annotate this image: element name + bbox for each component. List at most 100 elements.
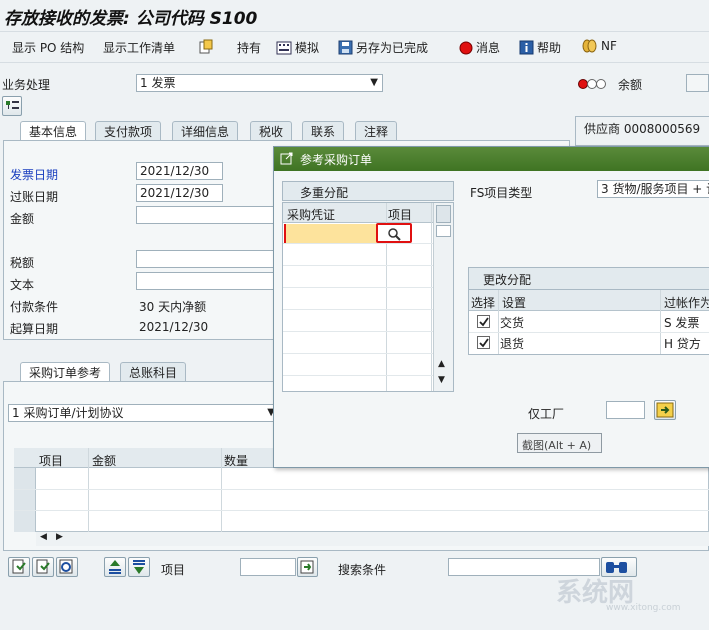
tab-label: 采购订单参考 xyxy=(29,366,102,380)
posting-date-field[interactable]: 2021/12/30 xyxy=(136,184,223,202)
row-divider xyxy=(283,243,433,244)
invoice-date-value: 2021/12/30 xyxy=(140,164,210,178)
posting-date-value: 2021/12/30 xyxy=(140,186,210,200)
col-setting: 设置 xyxy=(502,296,527,310)
col-select: 选择 xyxy=(471,296,496,310)
tab-label: 详细信息 xyxy=(181,125,230,139)
clipboard-button[interactable] xyxy=(198,39,214,55)
row-divider xyxy=(14,510,709,511)
transaction-select[interactable]: 1 发票 ▼ xyxy=(136,74,383,92)
vendor-panel: 供应商 0008000569 xyxy=(575,116,709,146)
application-toolbar: 显示 PO 结构 显示工作清单 持有 模拟 另存为已完成 消息 帮助 NF xyxy=(0,33,709,63)
return-checkbox[interactable] xyxy=(477,336,490,349)
tax-label: 税额 xyxy=(10,256,35,270)
plant-field[interactable] xyxy=(606,401,645,419)
tab-contact[interactable]: 联系 xyxy=(302,121,345,140)
tab-multi-assign[interactable]: 多重分配 xyxy=(282,181,454,201)
sort-desc-button[interactable] xyxy=(128,557,150,577)
row-divider xyxy=(14,489,709,490)
show-po-structure-label: 显示 PO 结构 xyxy=(12,41,85,55)
hold-button[interactable]: 持有 xyxy=(237,39,261,56)
deselect-button[interactable] xyxy=(32,557,54,577)
horizontal-scrollbar[interactable]: ◀ ▶ xyxy=(36,532,709,546)
po-document-input[interactable] xyxy=(284,224,386,243)
tab-label: 支付款项 xyxy=(104,125,153,139)
row-divider xyxy=(283,353,433,354)
tab-label: 多重分配 xyxy=(300,186,349,200)
posting-date-label: 过账日期 xyxy=(10,190,59,204)
scroll-thumb[interactable] xyxy=(436,205,451,223)
text-label: 文本 xyxy=(10,278,35,292)
change-assign-title-bar: 更改分配 xyxy=(469,268,709,290)
scroll-track[interactable] xyxy=(436,225,451,237)
clipboard-icon xyxy=(199,39,213,54)
go-to-item-button[interactable] xyxy=(297,557,318,577)
payment-terms-value: 30 天内净额 xyxy=(139,300,207,314)
fs-item-type-select[interactable]: 3 货物/服务项目 + 计 xyxy=(597,180,709,198)
delivery-setting: 交货 xyxy=(500,316,525,330)
select-all-button[interactable] xyxy=(8,557,30,577)
col-divider xyxy=(88,448,89,532)
col-amount: 金额 xyxy=(92,454,117,468)
tab-gl-account[interactable]: 总账科目 xyxy=(120,362,187,381)
refresh-icon xyxy=(59,559,73,574)
help-button[interactable]: 帮助 xyxy=(519,39,561,56)
col-item: 项目 xyxy=(39,454,64,468)
po-type-select[interactable]: 1 采购订单/计划协议 ▼ xyxy=(8,404,280,422)
row-divider xyxy=(283,287,433,288)
tab-label: 注释 xyxy=(364,125,389,139)
tab-tax[interactable]: 税收 xyxy=(250,121,293,140)
traffic-light-icon xyxy=(578,79,606,89)
delivery-checkbox[interactable] xyxy=(477,315,490,328)
search-criteria-label: 搜索条件 xyxy=(338,563,387,577)
tab-notes[interactable]: 注释 xyxy=(355,121,398,140)
tab-details[interactable]: 详细信息 xyxy=(172,121,239,140)
show-worklist-button[interactable]: 显示工作清单 xyxy=(103,39,175,56)
save-completed-button[interactable]: 另存为已完成 xyxy=(338,39,428,56)
footer-item-field[interactable] xyxy=(240,558,296,576)
vertical-scrollbar[interactable]: ▲ ▼ xyxy=(433,203,453,391)
row-divider xyxy=(469,332,709,333)
balance-label: 余额 xyxy=(618,78,643,92)
messages-button[interactable]: 消息 xyxy=(459,39,500,56)
info-icon xyxy=(519,40,534,55)
window-title-bar: 存放接收的发票: 公司代码 S100 xyxy=(0,0,709,32)
expand-button[interactable] xyxy=(2,96,22,116)
refresh-button[interactable] xyxy=(56,557,78,577)
fs-item-type-value: 3 货物/服务项目 + 计 xyxy=(601,182,709,196)
row-selector-column[interactable] xyxy=(14,468,36,532)
tab-label: 基本信息 xyxy=(29,125,78,139)
tab-basic-info[interactable]: 基本信息 xyxy=(20,121,87,140)
amount-field[interactable] xyxy=(136,206,276,224)
tab-payment[interactable]: 支付款项 xyxy=(95,121,162,140)
sort-asc-button[interactable] xyxy=(104,557,126,577)
tab-po-reference[interactable]: 采购订单参考 xyxy=(20,362,111,381)
arrow-right-icon xyxy=(656,402,674,418)
amount-label: 金额 xyxy=(10,212,35,226)
row-divider xyxy=(283,375,433,376)
save-completed-label: 另存为已完成 xyxy=(356,41,429,55)
nf-button[interactable]: NF xyxy=(582,39,617,53)
col-quantity: 数量 xyxy=(224,454,249,468)
fs-item-type-label: FS项目类型 xyxy=(470,186,533,200)
coins-icon xyxy=(582,39,597,53)
invoice-date-label: 发票日期 xyxy=(10,168,59,182)
col-po-item: 项目 xyxy=(388,208,413,222)
value-help-button[interactable] xyxy=(376,223,412,243)
row-divider xyxy=(283,265,433,266)
dialog-title-bar[interactable]: 参考采购订单 xyxy=(274,147,709,171)
show-worklist-label: 显示工作清单 xyxy=(103,41,176,55)
transaction-value: 1 发票 xyxy=(140,76,176,90)
col-po-document: 采购凭证 xyxy=(287,208,336,222)
show-po-structure-button[interactable]: 显示 PO 结构 xyxy=(12,39,84,56)
red-light-icon xyxy=(459,41,473,54)
col-divider xyxy=(431,203,432,391)
payment-terms-label: 付款条件 xyxy=(10,300,59,314)
plant-confirm-button[interactable] xyxy=(654,400,676,420)
tax-field[interactable] xyxy=(136,250,276,268)
text-field[interactable] xyxy=(136,272,276,290)
messages-label: 消息 xyxy=(476,41,501,55)
baseline-date-label: 起算日期 xyxy=(10,322,59,336)
invoice-date-field[interactable]: 2021/12/30 xyxy=(136,162,223,180)
simulate-button[interactable]: 模拟 xyxy=(276,39,319,56)
